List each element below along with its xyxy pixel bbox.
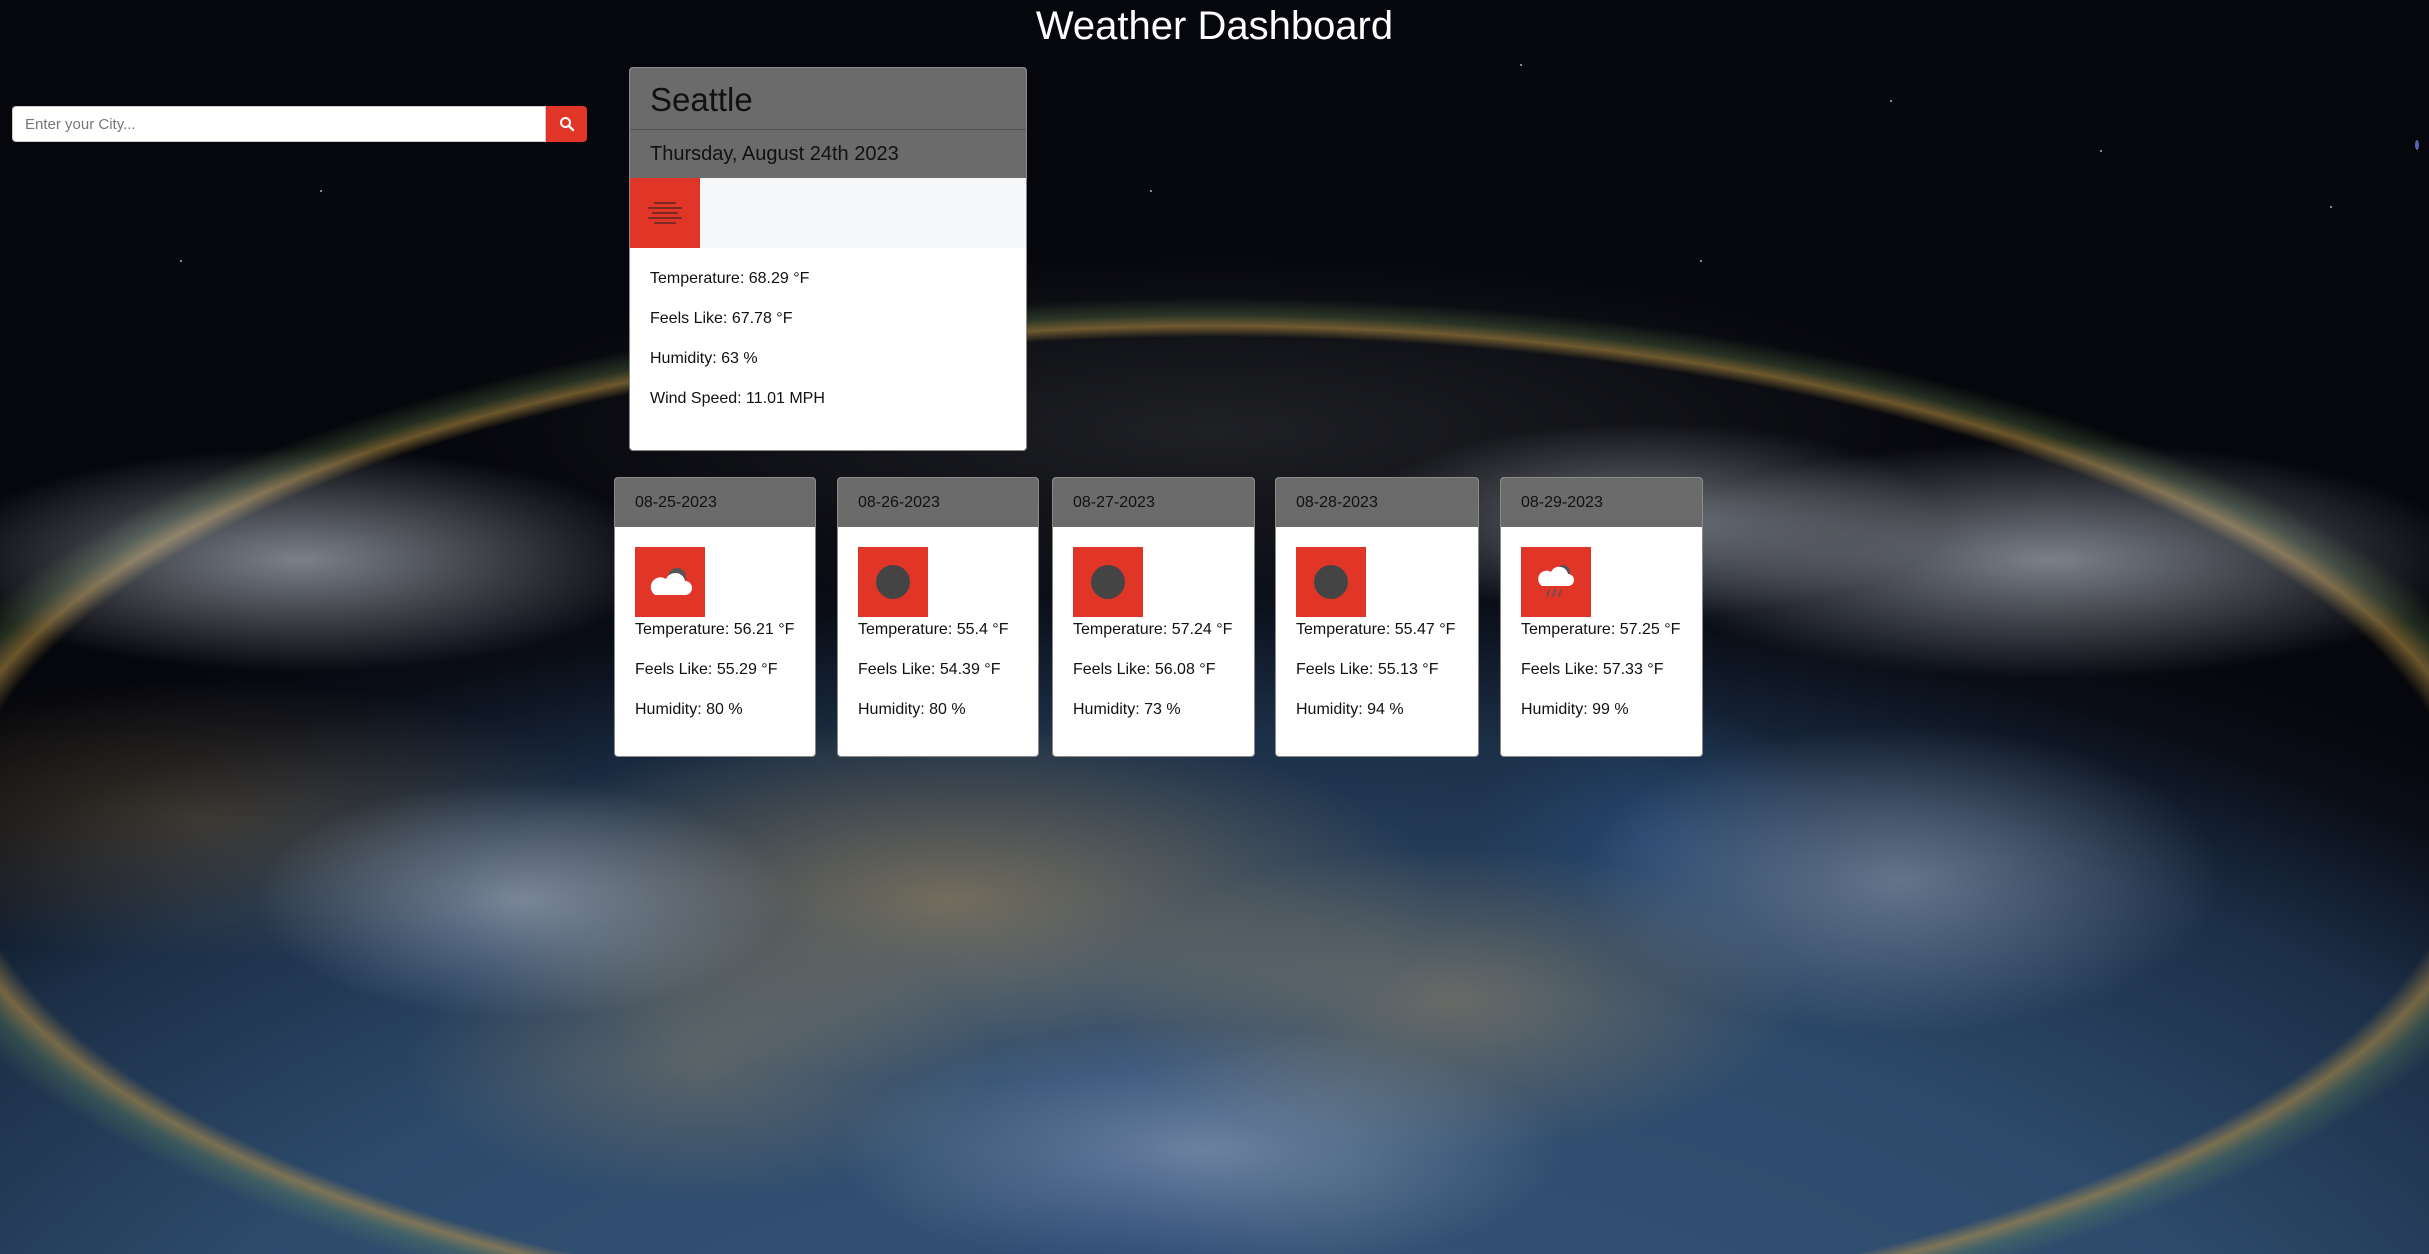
current-city: Seattle	[630, 68, 1026, 130]
current-humidity: Humidity: 63 %	[650, 350, 758, 367]
page-title: Weather Dashboard	[1035, 4, 1394, 48]
overcast-icon	[876, 565, 910, 599]
forecast-feels-like: Feels Like: 57.33 °F	[1521, 661, 1664, 678]
star	[320, 190, 322, 192]
forecast-card: 08-27-2023 Temperature: 57.24 °F Feels L…	[1052, 477, 1255, 757]
forecast-humidity: Humidity: 80 %	[858, 701, 966, 718]
cloud-icon	[650, 568, 692, 595]
forecast-temperature: Temperature: 57.25 °F	[1521, 621, 1681, 638]
forecast-date: 08-26-2023	[838, 478, 1038, 527]
star	[180, 260, 182, 262]
forecast-temperature: Temperature: 55.47 °F	[1296, 621, 1456, 638]
forecast-feels-like: Feels Like: 54.39 °F	[858, 661, 1001, 678]
current-weather-card: Seattle Thursday, August 24th 2023 Tempe…	[629, 67, 1027, 451]
forecast-feels-like: Feels Like: 55.13 °F	[1296, 661, 1439, 678]
current-temperature: Temperature: 68.29 °F	[650, 270, 810, 287]
forecast-date: 08-29-2023	[1501, 478, 1702, 527]
forecast-temperature: Temperature: 55.4 °F	[858, 621, 1009, 638]
star	[1150, 190, 1152, 192]
forecast-temperature: Temperature: 57.24 °F	[1073, 621, 1233, 638]
forecast-card: 08-26-2023 Temperature: 55.4 °F Feels Li…	[837, 477, 1039, 757]
star	[2415, 140, 2419, 150]
forecast-card: 08-25-2023 Temperature: 56.21 °F Feels L…	[614, 477, 816, 757]
forecast-humidity: Humidity: 73 %	[1073, 701, 1181, 718]
forecast-humidity: Humidity: 99 %	[1521, 701, 1629, 718]
forecast-humidity: Humidity: 80 %	[635, 701, 743, 718]
forecast-humidity: Humidity: 94 %	[1296, 701, 1404, 718]
search-icon	[559, 117, 574, 132]
forecast-weather-icon	[1296, 547, 1366, 617]
star	[2100, 150, 2102, 152]
forecast-weather-icon	[858, 547, 928, 617]
forecast-date: 08-28-2023	[1276, 478, 1478, 527]
city-search	[12, 106, 587, 142]
search-button[interactable]	[546, 106, 587, 142]
forecast-card: 08-28-2023 Temperature: 55.47 °F Feels L…	[1275, 477, 1479, 757]
star	[1520, 64, 1522, 66]
forecast-weather-icon	[635, 547, 705, 617]
current-wind-speed: Wind Speed: 11.01 MPH	[650, 390, 825, 407]
forecast-card: 08-29-2023 Temperature: 57.25 °F Feels L…	[1500, 477, 1703, 757]
current-feels-like: Feels Like: 67.78 °F	[650, 310, 793, 327]
overcast-icon	[1314, 565, 1348, 599]
current-date: Thursday, August 24th 2023	[630, 130, 1026, 178]
forecast-feels-like: Feels Like: 55.29 °F	[635, 661, 778, 678]
forecast-temperature: Temperature: 56.21 °F	[635, 621, 795, 638]
rain-cloud-icon	[1538, 565, 1574, 597]
current-icon-row	[630, 178, 1026, 248]
star	[2330, 206, 2332, 208]
forecast-feels-like: Feels Like: 56.08 °F	[1073, 661, 1216, 678]
forecast-date: 08-25-2023	[615, 478, 815, 527]
forecast-weather-icon	[1521, 547, 1591, 617]
star	[1890, 100, 1892, 102]
star	[1700, 260, 1702, 262]
forecast-weather-icon	[1073, 547, 1143, 617]
current-weather-icon	[630, 178, 700, 248]
overcast-icon	[1091, 565, 1125, 599]
city-search-input[interactable]	[12, 106, 546, 142]
haze-icon	[648, 202, 682, 224]
forecast-date: 08-27-2023	[1053, 478, 1254, 527]
